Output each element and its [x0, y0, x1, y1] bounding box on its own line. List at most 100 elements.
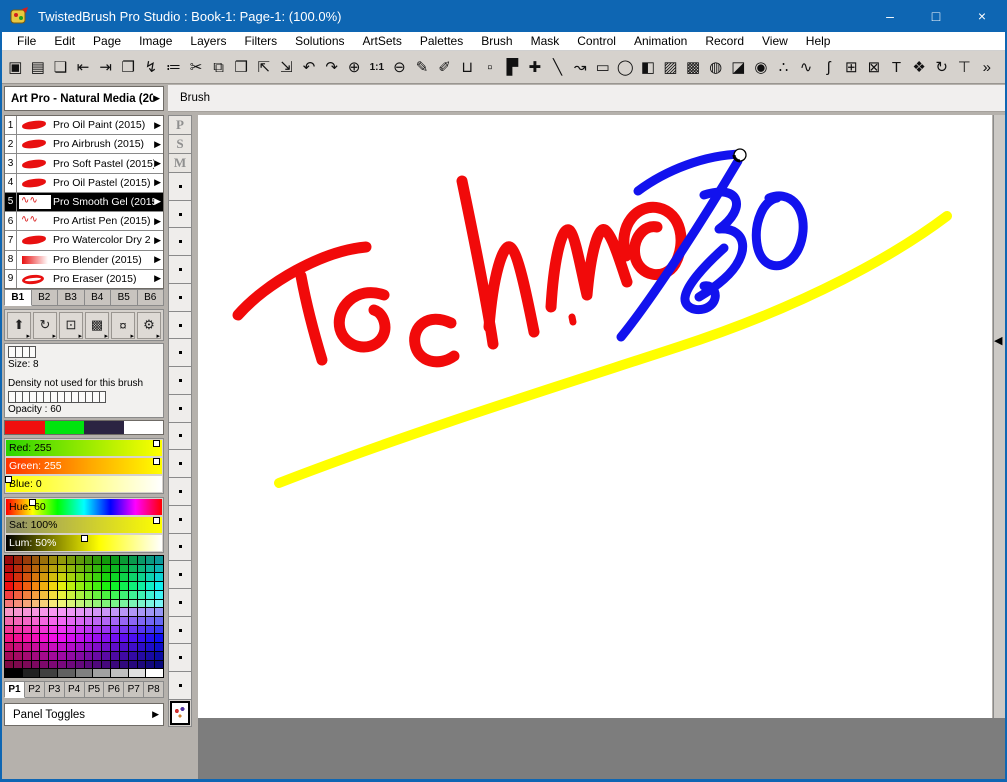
minimize-button[interactable]: – — [867, 0, 913, 32]
palette-cell[interactable] — [120, 591, 128, 599]
brush-shape-button[interactable]: ⬆ — [7, 312, 31, 339]
menu-file[interactable]: File — [8, 33, 45, 49]
palette-cell[interactable] — [111, 617, 119, 625]
dock-slot[interactable] — [169, 228, 191, 256]
palette-cell[interactable] — [5, 608, 13, 616]
palette-cell[interactable] — [67, 634, 75, 642]
palette-cell[interactable] — [5, 617, 13, 625]
palette-cell[interactable] — [49, 626, 57, 634]
dock-slot[interactable] — [169, 395, 191, 423]
palette-cell[interactable] — [155, 661, 163, 669]
palette-cell[interactable] — [5, 556, 13, 564]
palette-cell[interactable] — [32, 582, 40, 590]
palette-cell[interactable] — [102, 573, 110, 581]
palette-cell[interactable] — [23, 591, 31, 599]
palette-cell[interactable] — [85, 626, 93, 634]
palette-cell[interactable] — [111, 591, 119, 599]
palette-cell[interactable] — [49, 565, 57, 573]
color-swatch[interactable] — [84, 421, 124, 434]
palette-cell[interactable] — [155, 643, 163, 651]
palette-cell[interactable] — [129, 652, 137, 660]
palette-cell[interactable] — [129, 600, 137, 608]
palette-cell[interactable] — [67, 617, 75, 625]
palette-cell[interactable] — [76, 634, 84, 642]
slider-handle[interactable] — [153, 517, 160, 524]
dock-slot[interactable] — [169, 312, 191, 340]
palette-cell[interactable] — [85, 582, 93, 590]
palette-cell[interactable] — [146, 661, 154, 669]
palette-cell[interactable] — [146, 573, 154, 581]
dock-slot[interactable] — [169, 284, 191, 312]
palette-cell[interactable] — [120, 626, 128, 634]
palette-cell[interactable] — [14, 556, 22, 564]
quick-command-icon[interactable]: ↯ — [140, 53, 163, 81]
palette-cell[interactable] — [5, 634, 13, 642]
ellipse-icon[interactable]: ◯ — [614, 53, 637, 81]
palette-cell[interactable] — [58, 582, 66, 590]
palette-gray-cell[interactable] — [40, 669, 57, 677]
palette-cell[interactable] — [146, 626, 154, 634]
palette-cell[interactable] — [32, 600, 40, 608]
pan-icon[interactable]: ❖ — [908, 53, 931, 81]
palette-cell[interactable] — [14, 582, 22, 590]
tab-b4[interactable]: B4 — [85, 289, 112, 306]
palette-cell[interactable] — [76, 582, 84, 590]
palette-cell[interactable] — [93, 573, 101, 581]
palette-cell[interactable] — [23, 626, 31, 634]
palette-cell[interactable] — [102, 582, 110, 590]
palette-cell[interactable] — [76, 556, 84, 564]
palette-cell[interactable] — [138, 565, 146, 573]
palette-cell[interactable] — [76, 600, 84, 608]
palette-cell[interactable] — [93, 600, 101, 608]
palette-cell[interactable] — [138, 643, 146, 651]
palette-cell[interactable] — [129, 661, 137, 669]
pattern-icon[interactable]: ▩ — [682, 53, 705, 81]
palette-cell[interactable] — [120, 573, 128, 581]
palette-cell[interactable] — [85, 608, 93, 616]
palette-cell[interactable] — [23, 582, 31, 590]
menu-help[interactable]: Help — [797, 33, 840, 49]
palette-cell[interactable] — [5, 591, 13, 599]
palette-cell[interactable] — [14, 626, 22, 634]
palette-cell[interactable] — [120, 661, 128, 669]
sat-slider[interactable]: Sat: 100% — [6, 517, 162, 533]
palette-cell[interactable] — [32, 643, 40, 651]
palette-cell[interactable] — [32, 634, 40, 642]
toolbar-overflow-icon[interactable]: » — [976, 53, 999, 81]
palette-cell[interactable] — [129, 591, 137, 599]
scratch-pad-thumbnail[interactable] — [170, 701, 190, 725]
palette-cell[interactable] — [40, 600, 48, 608]
palette-cell[interactable] — [155, 600, 163, 608]
palette-cell[interactable] — [102, 600, 110, 608]
dock-slot[interactable] — [169, 478, 191, 506]
warp-icon[interactable]: ∿ — [795, 53, 818, 81]
palette-cell[interactable] — [58, 565, 66, 573]
palette-cell[interactable] — [76, 617, 84, 625]
palette-cell[interactable] — [120, 617, 128, 625]
menu-animation[interactable]: Animation — [625, 33, 696, 49]
redo-icon[interactable]: ↷ — [320, 53, 343, 81]
tab-b5[interactable]: B5 — [111, 289, 138, 306]
palette-cell[interactable] — [85, 652, 93, 660]
slider-handle[interactable] — [153, 440, 160, 447]
dock-slot[interactable] — [169, 672, 191, 700]
palette-cell[interactable] — [146, 643, 154, 651]
palette-cell[interactable] — [138, 600, 146, 608]
palette-cell[interactable] — [120, 565, 128, 573]
palette-cell[interactable] — [120, 643, 128, 651]
copy-grid-icon[interactable]: ⊞ — [840, 53, 863, 81]
paint-canvas[interactable] — [198, 115, 992, 718]
dock-slot[interactable] — [169, 506, 191, 534]
palette-cell[interactable] — [40, 634, 48, 642]
palette-cell[interactable] — [93, 617, 101, 625]
palette-cell[interactable] — [129, 582, 137, 590]
brush-row[interactable]: 5Pro Smooth Gel (2015)▶ — [5, 193, 163, 212]
palette-cell[interactable] — [67, 661, 75, 669]
paper-texture-button[interactable]: ▩ — [85, 312, 109, 339]
palette-cell[interactable] — [40, 652, 48, 660]
dock-slot[interactable] — [169, 589, 191, 617]
menu-view[interactable]: View — [753, 33, 797, 49]
dock-slot[interactable] — [169, 173, 191, 201]
menu-mask[interactable]: Mask — [522, 33, 569, 49]
panel-toggles-button[interactable]: Panel Toggles ▶ — [4, 703, 164, 726]
